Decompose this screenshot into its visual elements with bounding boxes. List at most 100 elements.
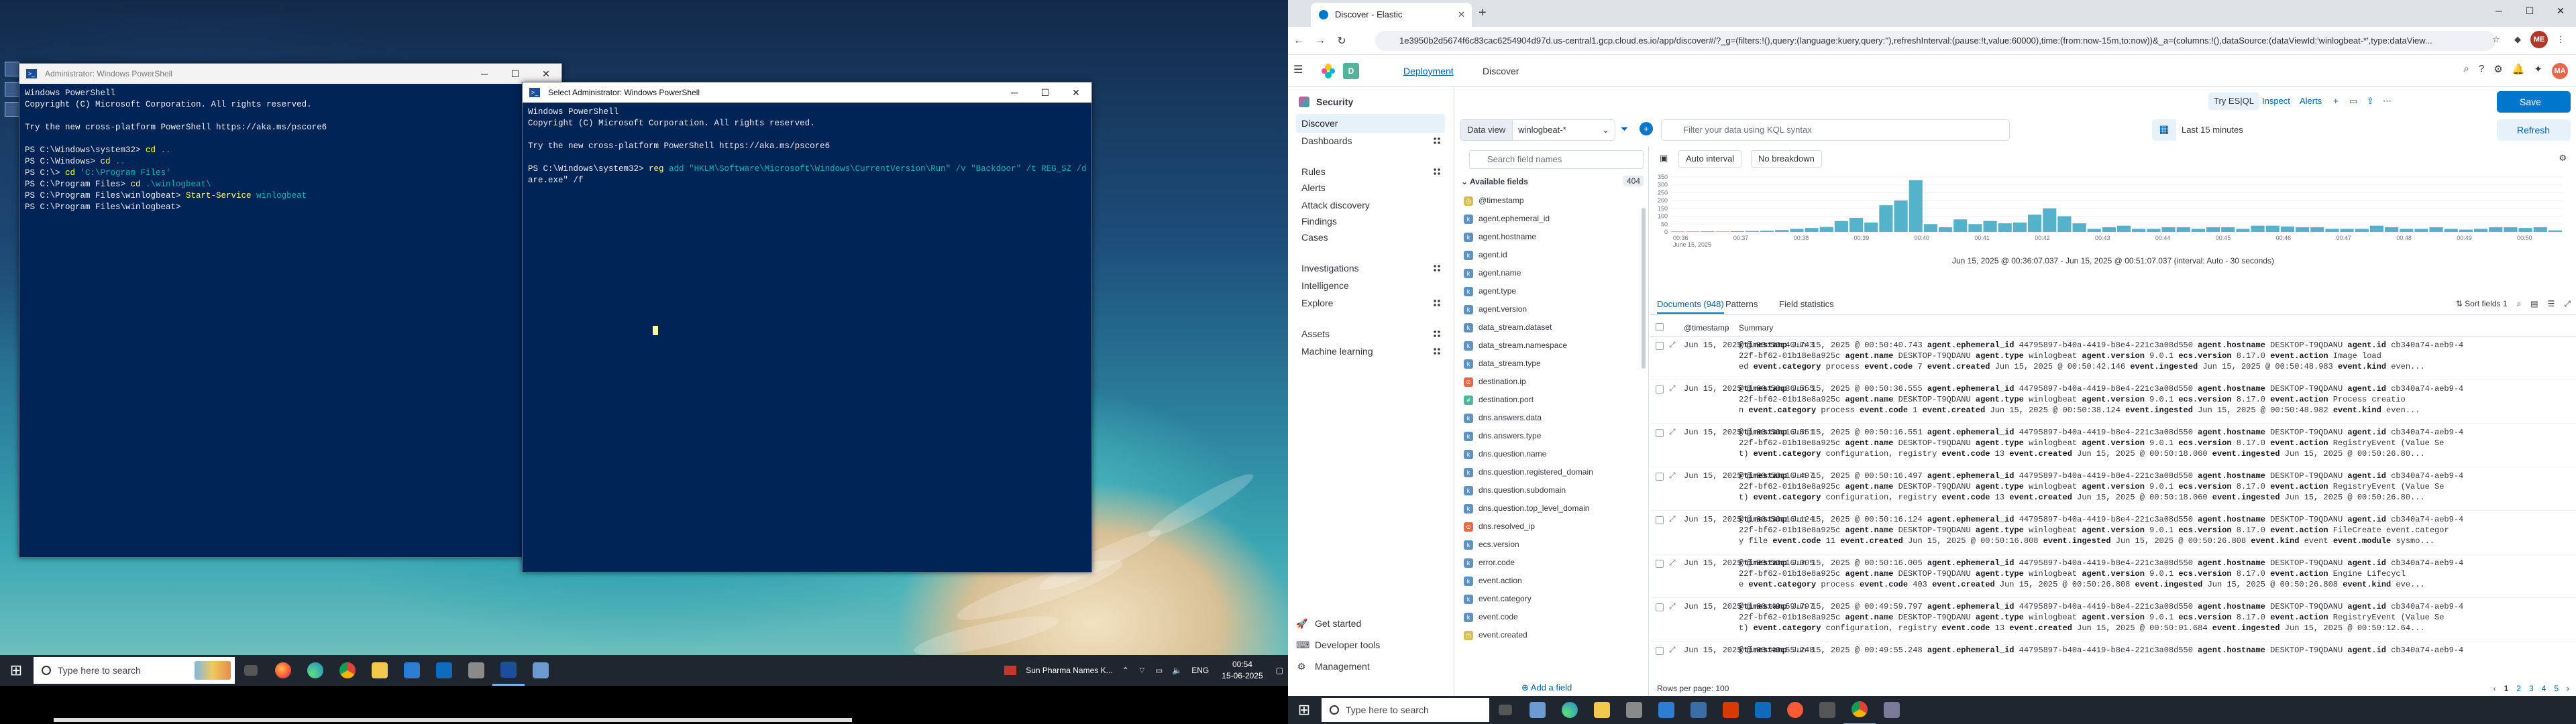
calendar-icon[interactable] [396,655,428,686]
user-avatar[interactable]: MA [2552,63,2568,79]
chart-toggle-icon[interactable]: ▣ [1653,150,1674,168]
url-bar[interactable]: 1e3950b2d5674f6c83cac6254904d97d.us-cent… [1375,31,2496,51]
row-checkbox[interactable] [1656,473,1664,481]
histogram-bar[interactable] [1701,231,1715,232]
table-row[interactable]: ⤢ Jun 15, 2025 @ 00:49:55.248 @timestamp J… [1650,642,2576,672]
expand-row-icon[interactable]: ⤢ [1669,341,1676,350]
add-field-button[interactable]: ⊕ Add a field [1521,682,1572,693]
histogram-bar[interactable] [2117,225,2131,232]
back-icon[interactable]: ← [1288,35,1309,47]
row-checkbox[interactable] [1656,560,1664,568]
chrome-icon[interactable] [331,655,364,686]
histogram-bar[interactable] [1745,231,1759,232]
share-icon[interactable]: ⇪ [2361,93,2379,110]
histogram-bar[interactable] [1953,219,1968,232]
histogram-bar[interactable] [2251,225,2265,232]
settings-icon[interactable]: ⚙ [2493,63,2502,79]
panel-grid-icon[interactable] [1433,264,1441,272]
histogram-bar[interactable] [1998,223,2012,232]
histogram-bar[interactable] [2236,229,2250,232]
field-list-item[interactable]: k agent.id [1464,246,1638,264]
sidebar-item-assets[interactable]: Assets [1296,324,1445,343]
histogram-bar[interactable] [2206,227,2220,232]
sidebar-item-discover[interactable]: Discover [1296,114,1445,133]
news-ticker[interactable]: Sun Pharma Names K... [1026,666,1112,675]
panel-grid-icon[interactable] [1433,330,1441,338]
maximize-button[interactable]: ☐ [1030,82,1061,103]
open-folder-icon[interactable]: ▭ [2344,93,2363,110]
interval-select[interactable]: Auto interval [1678,150,1742,168]
column-timestamp[interactable]: @timestamp [1684,323,1729,333]
windows-start-icon[interactable]: ⊞ [1288,695,1320,724]
powershell-icon[interactable] [492,655,525,686]
row-checkbox[interactable] [1656,603,1664,611]
histogram-bar[interactable] [1909,180,1923,232]
developer-tools-link[interactable]: ⌨ Developer tools [1296,636,1380,654]
histogram-bar[interactable] [2310,227,2324,232]
sort-arrow-icon[interactable]: ↓ [1725,322,1729,331]
panel-grid-icon[interactable] [1433,299,1441,307]
histogram-bar[interactable] [2518,228,2532,232]
histogram-bar[interactable] [1730,231,1744,232]
table-row[interactable]: ⤢ Jun 15, 2025 @ 00:50:16.005 @timestamp J… [1650,554,2576,598]
field-list-item[interactable]: k error.code [1464,554,1638,572]
histogram-bar[interactable] [2533,227,2547,232]
app-icon[interactable] [1521,695,1554,724]
app-icon[interactable] [525,655,557,686]
browser-tab[interactable]: Discover - Elastic ✕ [1311,3,1472,27]
firefox-icon[interactable] [267,655,299,686]
maximize-button[interactable]: ☐ [2514,0,2545,21]
hamburger-menu-icon[interactable]: ☰ [1293,63,1303,76]
field-list-item[interactable]: k ecs.version [1464,536,1638,554]
histogram-bar[interactable] [2355,229,2369,232]
histogram-bar[interactable] [2265,225,2279,232]
desktop-shortcut-icon[interactable] [5,62,19,76]
table-row[interactable]: ⤢ Jun 15, 2025 @ 00:49:59.797 @timestamp J… [1650,598,2576,642]
histogram-bar[interactable] [2548,230,2562,232]
save-button[interactable]: Save [2497,91,2571,113]
sidebar-item-cases[interactable]: Cases [1296,228,1445,247]
app-icon[interactable] [1779,695,1811,724]
panel-grid-icon[interactable] [1433,168,1441,176]
windows-start-icon[interactable]: ⊞ [0,655,32,686]
edge-icon[interactable] [1554,695,1586,724]
powershell-window-front[interactable]: >_ Select Administrator: Windows PowerSh… [522,82,1092,572]
histogram-bar[interactable] [2325,229,2339,232]
scrollbar[interactable] [1642,208,1646,369]
chrome-icon[interactable] [1843,695,1876,724]
field-list-item[interactable]: k dns.question.top_level_domain [1464,499,1638,518]
histogram-bar[interactable] [2147,229,2161,232]
maximize-button[interactable]: ☐ [500,64,531,84]
field-list-item[interactable]: ◷ event.created [1464,626,1638,644]
field-list-item[interactable]: k dns.answers.type [1464,427,1638,445]
powershell-window-back[interactable]: >_ Administrator: Windows PowerShell ─ ☐ ✕… [19,63,562,558]
help-icon[interactable]: ? [2479,63,2484,79]
histogram-bar[interactable] [2221,227,2235,232]
tab-documents[interactable]: Documents (948) [1657,299,1724,314]
field-list-item[interactable]: # destination.port [1464,391,1638,409]
filter-icon[interactable]: ⏷ [1621,123,1628,135]
window-titlebar[interactable]: >_ Select Administrator: Windows PowerSh… [523,82,1091,103]
settings-icon[interactable]: ☰ [2548,299,2555,309]
chevron-up-icon[interactable]: ⌃ [1122,666,1129,675]
fullscreen-icon[interactable]: ⤢ [2564,299,2571,309]
close-button[interactable]: ✕ [1061,82,1091,103]
field-list-item[interactable]: ⊙ dns.resolved_ip [1464,518,1638,536]
field-list-item[interactable]: k agent.name [1464,264,1638,282]
histogram-bar[interactable] [1819,227,1833,232]
histogram-bar[interactable] [1939,227,1953,232]
minimize-button[interactable]: ─ [999,82,1030,103]
histogram-bar[interactable] [2280,226,2294,232]
histogram-bar[interactable] [2489,227,2503,232]
clock[interactable]: 00:54 15-06-2025 [1222,659,1263,682]
ai-assistant-icon[interactable]: ✦ [2534,63,2542,79]
column-summary[interactable]: Summary [1739,323,1773,333]
language-indicator[interactable]: ENG [1191,666,1209,675]
news-icon[interactable] [1004,666,1017,675]
new-tab-icon[interactable]: + [1479,5,1487,21]
histogram-bar[interactable] [1849,217,1864,232]
row-checkbox[interactable] [1656,516,1664,524]
time-range-picker[interactable]: Last 15 minutes [2182,119,2243,141]
field-list-item[interactable]: k data_stream.dataset [1464,318,1638,337]
add-filter-icon[interactable]: + [1640,122,1653,135]
